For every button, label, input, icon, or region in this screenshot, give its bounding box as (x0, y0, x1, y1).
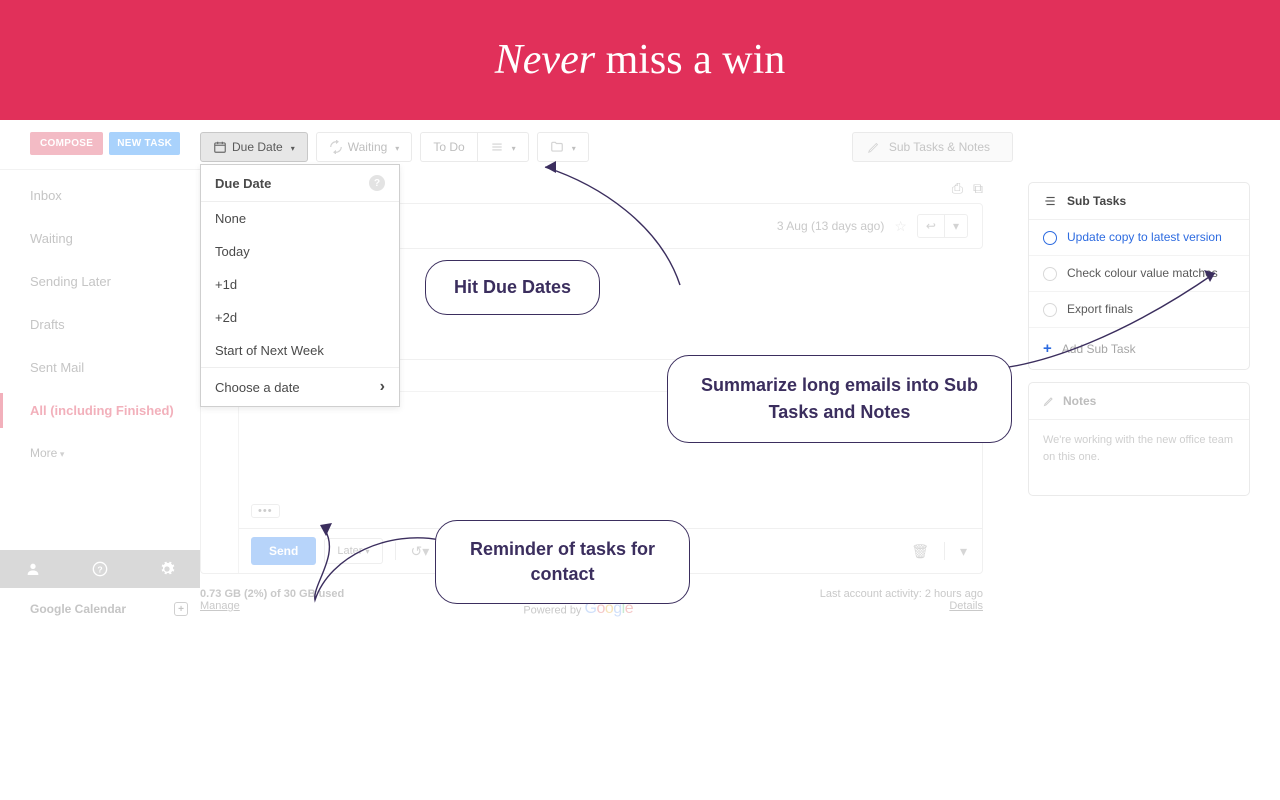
caret-down-icon (569, 140, 576, 154)
sidebar-item-sent[interactable]: Sent Mail (0, 350, 200, 385)
notes-body[interactable]: We're working with the new office team o… (1029, 420, 1249, 495)
dropdown-title: Due Date (215, 176, 271, 191)
new-task-button[interactable]: NEW TASK (109, 132, 180, 155)
sidebar-item-all-finished[interactable]: All (including Finished) (0, 393, 200, 428)
compose-button[interactable]: COMPOSE (30, 132, 103, 155)
svg-text:?: ? (97, 564, 102, 574)
waiting-label: Waiting (348, 140, 388, 154)
dropdown-item-nextweek[interactable]: Start of Next Week (201, 334, 399, 367)
hero-banner: Never miss a win (0, 0, 1280, 120)
sidebar-more[interactable]: More (0, 436, 200, 470)
notes-title: Notes (1063, 394, 1096, 408)
expand-quote-icon[interactable]: ••• (251, 504, 280, 518)
sidebar-item-inbox[interactable]: Inbox (0, 178, 200, 213)
more-options-icon[interactable]: ▾ (957, 543, 970, 560)
google-calendar-label: Google Calendar (30, 602, 126, 616)
print-icon[interactable]: ⎙ (952, 180, 963, 197)
calendar-icon (213, 140, 227, 154)
dropdown-item-today[interactable]: Today (201, 235, 399, 268)
pencil-icon (1043, 395, 1055, 407)
sidebar-item-drafts[interactable]: Drafts (0, 307, 200, 342)
list-icon (1043, 194, 1057, 208)
sidebar-item-sending-later[interactable]: Sending Later (0, 264, 200, 299)
due-date-button[interactable]: Due Date (200, 132, 308, 162)
callout-contact-tasks: Reminder of tasks for contact (435, 520, 690, 604)
popout-icon[interactable]: ⧉ (973, 180, 983, 197)
refresh-icon (329, 140, 343, 154)
gear-icon[interactable] (158, 560, 176, 578)
banner-emphasis: Never (495, 37, 595, 83)
choose-date-label: Choose a date (215, 380, 300, 395)
folder-icon (550, 140, 564, 154)
reply-button-group: ↩ ▾ (917, 214, 968, 238)
details-link[interactable]: Details (949, 600, 983, 612)
subtasks-notes-label: Sub Tasks & Notes (889, 140, 990, 154)
subtasks-notes-button[interactable]: Sub Tasks & Notes (852, 132, 1013, 162)
email-date: 3 Aug (13 days ago) (777, 219, 884, 233)
banner-rest: miss a win (595, 37, 785, 83)
powered-by-label: Powered by (523, 604, 584, 616)
due-date-label: Due Date (232, 140, 283, 154)
manage-link[interactable]: Manage (200, 600, 240, 612)
caret-down-icon (288, 140, 295, 154)
sidebar-footer-icons: ? (0, 550, 200, 588)
due-date-dropdown: Due Date ? None Today +1d +2d Start of N… (200, 164, 400, 407)
reply-icon[interactable]: ↩ (918, 215, 945, 237)
callout-summarize: Summarize long emails into Sub Tasks and… (667, 355, 1012, 443)
activity-text: Last account activity: 2 hours ago (820, 588, 983, 600)
subtask-label: Update copy to latest version (1067, 230, 1222, 244)
callout-due-dates: Hit Due Dates (425, 260, 600, 315)
caret-down-icon (392, 140, 399, 154)
dropdown-item-2d[interactable]: +2d (201, 301, 399, 334)
right-panel: Sub Tasks Update copy to latest version … (1028, 120, 1280, 630)
subtasks-title: Sub Tasks (1067, 194, 1126, 208)
notes-panel: Notes We're working with the new office … (1028, 382, 1250, 496)
dropdown-choose-date[interactable]: Choose a date › (201, 367, 399, 406)
person-icon[interactable] (24, 560, 42, 578)
help-icon[interactable]: ? (369, 175, 385, 191)
waiting-button[interactable]: Waiting (316, 132, 413, 162)
subtask-item[interactable]: Update copy to latest version (1029, 220, 1249, 256)
help-icon[interactable]: ? (91, 560, 109, 578)
checkbox-ring-icon[interactable] (1043, 231, 1057, 245)
list-icon (490, 140, 504, 154)
chevron-right-icon: › (380, 378, 385, 396)
star-icon[interactable]: ☆ (894, 218, 907, 235)
sidebar-item-waiting[interactable]: Waiting (0, 221, 200, 256)
add-calendar-icon[interactable]: + (174, 602, 188, 616)
google-calendar-row[interactable]: Google Calendar + (0, 588, 200, 630)
dropdown-item-none[interactable]: None (201, 202, 399, 235)
sidebar: COMPOSE NEW TASK Inbox Waiting Sending L… (0, 120, 200, 630)
main-area: Due Date Waiting To Do (200, 120, 1028, 630)
dropdown-item-1d[interactable]: +1d (201, 268, 399, 301)
caret-down-icon (509, 140, 516, 154)
todo-button[interactable]: To Do (420, 132, 476, 162)
trash-icon[interactable]: 🗑 (908, 543, 932, 560)
reply-caret-icon[interactable]: ▾ (945, 215, 967, 237)
pencil-icon (867, 140, 881, 154)
